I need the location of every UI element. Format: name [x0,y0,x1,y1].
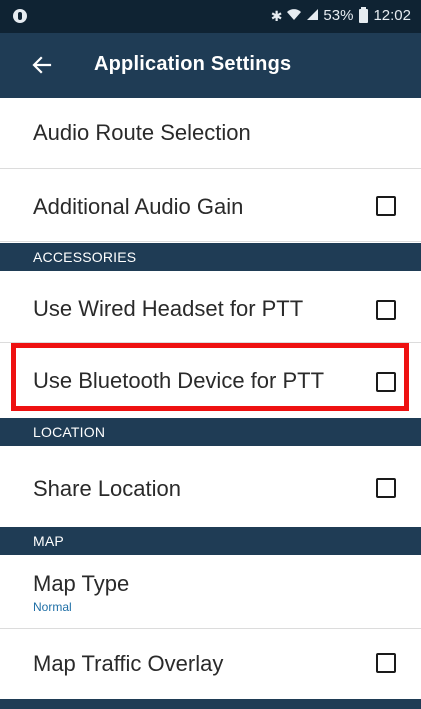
location-section-header: LOCATION [0,418,421,446]
map-traffic-overlay-row[interactable]: Map Traffic Overlay [0,629,421,699]
additional-audio-gain-label: Additional Audio Gain [33,194,244,219]
additional-audio-gain-checkbox[interactable] [376,196,396,216]
share-location-checkbox[interactable] [376,478,396,498]
page-title: Application Settings [94,53,292,75]
clock: 12:02 [373,7,411,24]
bluetooth-device-ptt-checkbox[interactable] [376,372,396,392]
bluetooth-device-ptt-row[interactable]: Use Bluetooth Device for PTT [0,343,421,414]
wired-headset-ptt-checkbox[interactable] [376,300,396,320]
back-arrow-icon[interactable] [30,53,54,77]
map-traffic-overlay-checkbox[interactable] [376,653,396,673]
wired-headset-ptt-row[interactable]: Use Wired Headset for PTT [0,271,421,343]
location-section-label: LOCATION [33,424,106,440]
battery-percent: 53% [323,7,354,24]
status-bar: ✱ 53% 12:02 [0,0,421,33]
map-type-value: Normal [33,600,72,614]
signal-icon [306,8,319,23]
audio-route-selection-label: Audio Route Selection [33,120,251,145]
additional-audio-gain-row[interactable]: Additional Audio Gain [0,169,421,242]
accessories-section-label: ACCESSORIES [33,249,137,265]
map-type-row[interactable]: Map Type Normal [0,555,421,629]
notification-icon [13,9,27,23]
bluetooth-device-ptt-label: Use Bluetooth Device for PTT [33,368,325,393]
share-location-label: Share Location [33,476,181,501]
map-section-label: MAP [33,533,64,549]
next-section-header [0,699,421,709]
audio-route-selection-row[interactable]: Audio Route Selection [0,98,421,169]
wifi-icon [286,8,302,23]
wired-headset-ptt-label: Use Wired Headset for PTT [33,296,304,321]
app-bar: Application Settings [0,33,421,98]
status-icons: ✱ 53% 12:02 [270,6,411,24]
bluetooth-icon: ✱ [270,7,283,24]
share-location-row[interactable]: Share Location [0,446,421,527]
map-section-header: MAP [0,527,421,555]
battery-icon [359,6,369,23]
accessories-section-header: ACCESSORIES [0,243,421,271]
map-traffic-overlay-label: Map Traffic Overlay [33,651,224,676]
map-type-label: Map Type [33,571,130,596]
